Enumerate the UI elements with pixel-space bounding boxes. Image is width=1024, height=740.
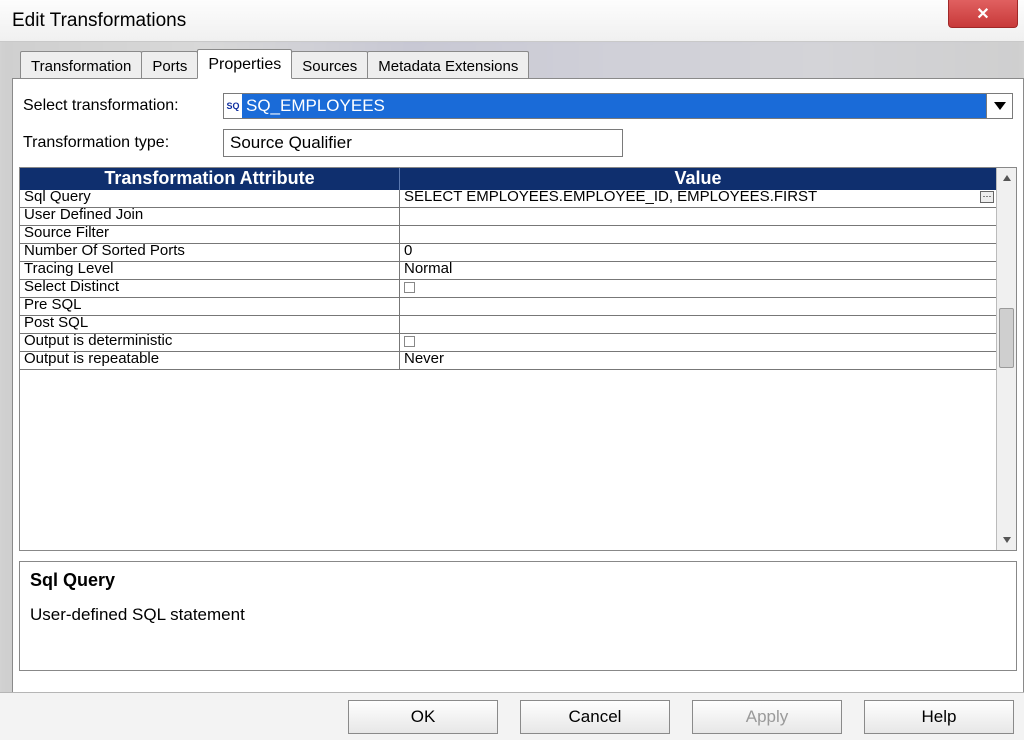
attr-cell: User Defined Join: [20, 208, 400, 225]
scroll-down-icon[interactable]: [997, 530, 1016, 550]
select-transformation-label: Select transformation:: [23, 97, 223, 115]
tab-bar: Transformation Ports Properties Sources …: [12, 46, 1024, 78]
checkbox-icon[interactable]: [404, 282, 415, 293]
scroll-thumb[interactable]: [999, 308, 1014, 368]
table-row[interactable]: Number Of Sorted Ports0: [20, 244, 996, 262]
scroll-track[interactable]: [997, 188, 1016, 530]
ok-button[interactable]: OK: [348, 700, 498, 734]
button-bar: OK Cancel Apply Help: [0, 692, 1024, 740]
close-button[interactable]: ✕: [948, 0, 1018, 28]
value-cell[interactable]: [400, 226, 996, 243]
table-row[interactable]: Pre SQL: [20, 298, 996, 316]
value-cell[interactable]: [400, 316, 996, 333]
attr-cell: Tracing Level: [20, 262, 400, 279]
tab-properties[interactable]: Properties: [197, 49, 292, 79]
attr-cell: Output is repeatable: [20, 352, 400, 369]
attr-cell: Sql Query: [20, 190, 400, 207]
table-row[interactable]: Post SQL: [20, 316, 996, 334]
value-cell[interactable]: Never: [400, 352, 996, 369]
value-cell[interactable]: 0: [400, 244, 996, 261]
table-row[interactable]: Sql QuerySELECT EMPLOYEES.EMPLOYEE_ID, E…: [20, 190, 996, 208]
table-row[interactable]: User Defined Join: [20, 208, 996, 226]
sq-badge-icon: SQ: [224, 94, 242, 118]
checkbox-icon[interactable]: [404, 336, 415, 347]
description-text: User-defined SQL statement: [30, 605, 1006, 625]
table-row[interactable]: Select Distinct: [20, 280, 996, 298]
selected-transformation-value: SQ_EMPLOYEES: [242, 94, 986, 118]
value-cell[interactable]: [400, 280, 996, 297]
table-row[interactable]: Tracing LevelNormal: [20, 262, 996, 280]
cancel-button[interactable]: Cancel: [520, 700, 670, 734]
transformation-type-label: Transformation type:: [23, 134, 223, 152]
tab-transformation[interactable]: Transformation: [20, 51, 142, 79]
attr-cell: Number Of Sorted Ports: [20, 244, 400, 261]
value-cell[interactable]: [400, 334, 996, 351]
value-cell[interactable]: SELECT EMPLOYEES.EMPLOYEE_ID, EMPLOYEES.…: [400, 190, 996, 207]
description-title: Sql Query: [30, 570, 1006, 591]
grid-header-value: Value: [400, 168, 996, 190]
properties-panel: Select transformation: SQ SQ_EMPLOYEES T…: [12, 78, 1024, 702]
tab-metadata-extensions[interactable]: Metadata Extensions: [367, 51, 529, 79]
value-cell[interactable]: [400, 298, 996, 315]
ellipsis-button[interactable]: ⋯: [980, 191, 994, 203]
title-bar: Edit Transformations: [0, 0, 1024, 42]
apply-button[interactable]: Apply: [692, 700, 842, 734]
close-icon: ✕: [976, 4, 989, 24]
table-row[interactable]: Source Filter: [20, 226, 996, 244]
grid-header-attr: Transformation Attribute: [20, 168, 400, 190]
select-transformation-dropdown[interactable]: SQ SQ_EMPLOYEES: [223, 93, 1013, 119]
grid-scrollbar[interactable]: [996, 168, 1016, 550]
chevron-down-icon: [986, 94, 1012, 118]
window-title: Edit Transformations: [12, 10, 186, 32]
description-panel: Sql Query User-defined SQL statement: [19, 561, 1017, 671]
table-row[interactable]: Output is deterministic: [20, 334, 996, 352]
attr-cell: Pre SQL: [20, 298, 400, 315]
attributes-grid: Transformation Attribute Value Sql Query…: [19, 167, 1017, 551]
tab-sources[interactable]: Sources: [291, 51, 368, 79]
value-cell[interactable]: Normal: [400, 262, 996, 279]
table-row[interactable]: Output is repeatableNever: [20, 352, 996, 370]
transformation-type-field: Source Qualifier: [223, 129, 623, 157]
scroll-up-icon[interactable]: [997, 168, 1016, 188]
value-cell[interactable]: [400, 208, 996, 225]
grid-header: Transformation Attribute Value: [20, 168, 996, 190]
help-button[interactable]: Help: [864, 700, 1014, 734]
tab-ports[interactable]: Ports: [141, 51, 198, 79]
attr-cell: Select Distinct: [20, 280, 400, 297]
attr-cell: Post SQL: [20, 316, 400, 333]
attr-cell: Source Filter: [20, 226, 400, 243]
attr-cell: Output is deterministic: [20, 334, 400, 351]
